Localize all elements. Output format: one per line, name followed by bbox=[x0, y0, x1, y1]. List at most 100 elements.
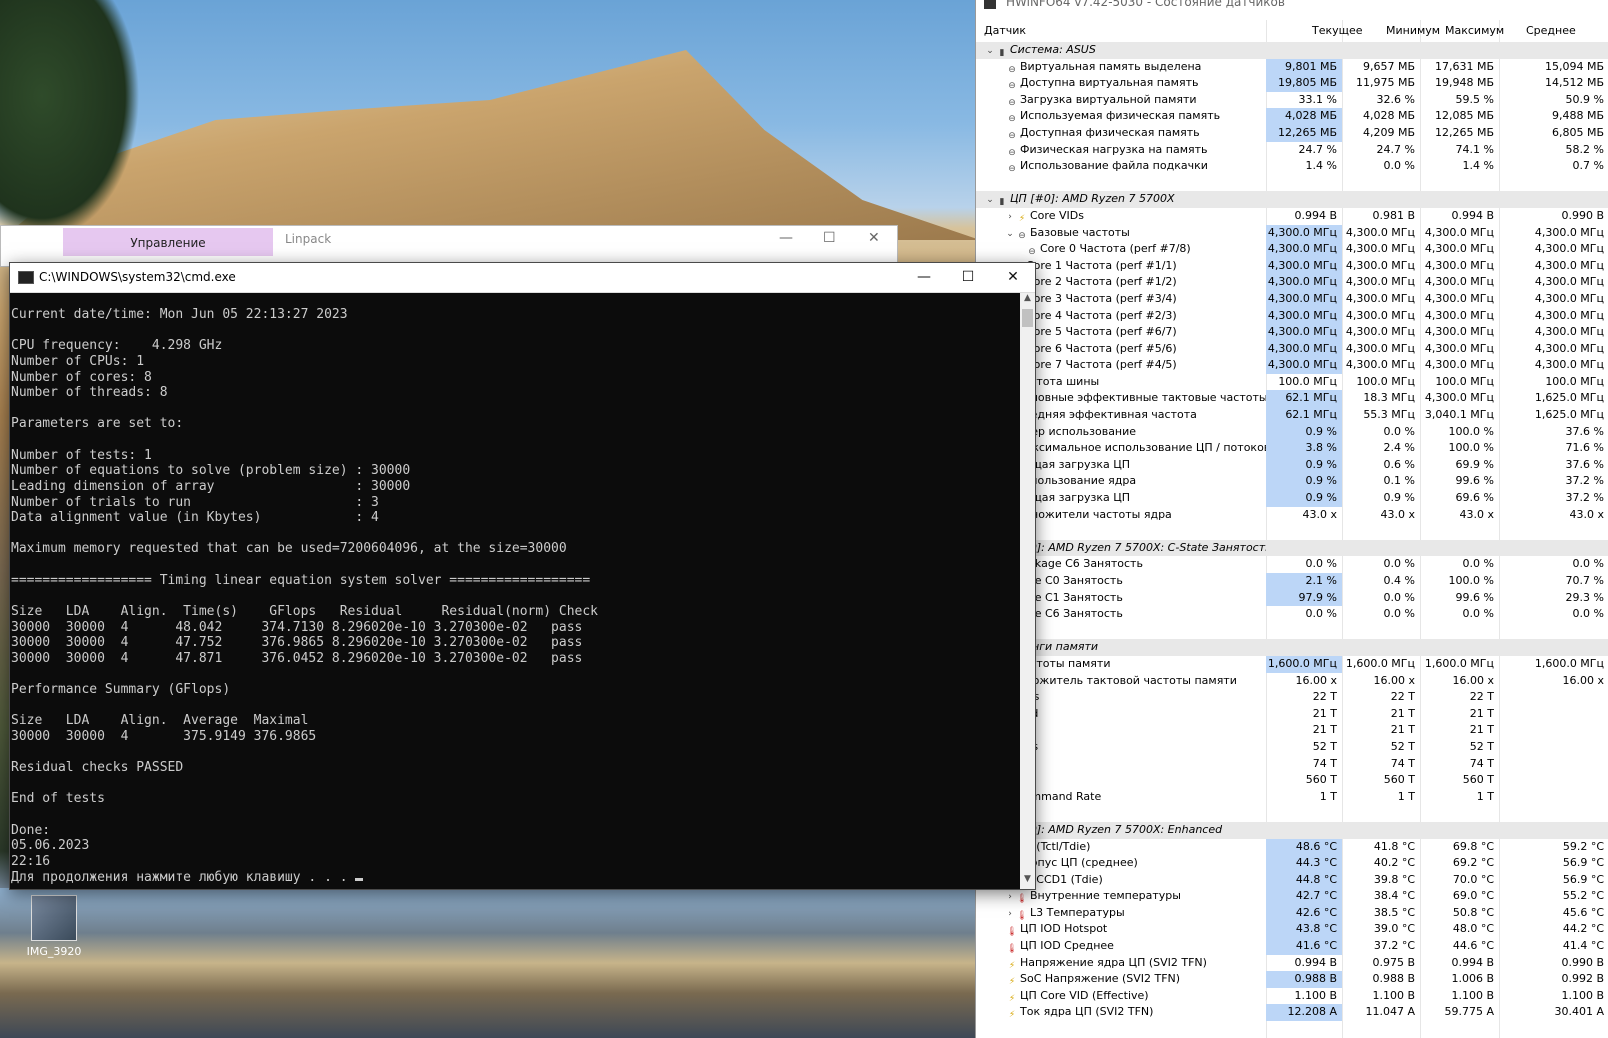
sensor-group-row[interactable]: ⌄ ▮ ЦП [#0]: AMD Ryzen 7 5700X bbox=[976, 191, 1608, 208]
sensor-table-body[interactable]: ⌄ ▮ Система: ASUS ⊖ Виртуальная память выдел… bbox=[976, 42, 1608, 1022]
close-button[interactable]: ✕ bbox=[991, 263, 1035, 292]
value-max: 1.006 В bbox=[1451, 972, 1494, 986]
sensor-row[interactable]: ⊖ Виртуальная память выделена 9,801 МБ 9,65… bbox=[976, 58, 1608, 76]
close-button[interactable]: ✕ bbox=[868, 230, 880, 246]
minimize-button[interactable]: — bbox=[902, 263, 946, 292]
sensor-row[interactable]: ЦП (Tctl/Tdie) 48.6 °C 41.8 °C 69.8 °C 59.2 … bbox=[976, 838, 1608, 856]
sensor-row[interactable]: › 🌡 L3 Температуры 42.6 °C 38.5 °C 50.8 °C 45.… bbox=[976, 904, 1608, 923]
value-min: 0.1 % bbox=[1383, 474, 1415, 488]
sensor-row[interactable]: 🌡 ЦП IOD Hotspot 43.8 °C 39.0 °C 48.0 °C 44.2… bbox=[976, 921, 1608, 939]
sensor-row[interactable]: ⚡ ЦП Core VID (Effective) 1.100 В 1.100 В 1.… bbox=[976, 988, 1608, 1005]
chevron-right-icon[interactable]: › bbox=[1004, 209, 1016, 226]
column-header-average[interactable]: Среднее bbox=[1526, 24, 1576, 37]
sensor-row[interactable]: Package C6 Занятость 0.0 % 0.0 % 0.0 % 0.0 % bbox=[976, 556, 1608, 573]
maximize-button[interactable]: ☐ bbox=[823, 230, 836, 246]
sensor-row[interactable]: Частота шины 100.0 МГц 100.0 МГц 100.0 МГц 1… bbox=[976, 374, 1608, 391]
sensor-row[interactable]: ⚡ Ток ядра ЦП (SVI2 TFN) 12.208 A 11.047 A 5… bbox=[976, 1004, 1608, 1022]
sensor-row[interactable]: Core 5 Частота (perf #6/7) 4,300.0 МГц 4,3… bbox=[976, 324, 1608, 341]
sensor-row[interactable]: ⊖ Core 0 Частота (perf #7/8) 4,300.0 МГц 4,… bbox=[976, 241, 1608, 258]
sensor-row[interactable]: Частоты памяти 1,600.0 МГц 1,600.0 МГц 1,60… bbox=[976, 655, 1608, 673]
chevron-down-icon[interactable]: ⌄ bbox=[1004, 226, 1016, 243]
column-header-minimum[interactable]: Минимум bbox=[1386, 24, 1440, 37]
minimize-button[interactable]: — bbox=[779, 230, 793, 246]
chevron-down-icon[interactable]: ⌄ bbox=[984, 192, 996, 209]
value-avg: 44.2 °C bbox=[1562, 922, 1604, 936]
sensor-row[interactable]: Tcas22 T22 T22 T bbox=[976, 689, 1608, 706]
sensor-row[interactable]: Trcd21 T21 T21 T bbox=[976, 706, 1608, 723]
sensor-row[interactable]: Core C1 Занятость 97.9 % 0.0 % 99.6 % 29.3 % bbox=[976, 589, 1608, 607]
scroll-thumb[interactable] bbox=[1022, 309, 1033, 327]
console-line: 05.06.2023 bbox=[11, 838, 90, 854]
sensor-row[interactable]: ⊖ Доступная физическая память 12,265 МБ 4,2… bbox=[976, 124, 1608, 142]
sensor-row[interactable]: ⚡ SoC Напряжение (SVI2 TFN) 0.988 В 0.988 В… bbox=[976, 971, 1608, 988]
sensor-row[interactable]: ⚡ Напряжение ядра ЦП (SVI2 TFN) 0.994 В 0.9… bbox=[976, 955, 1608, 972]
sensor-row[interactable]: Множитель тактовой частоты памяти 16.00 x… bbox=[976, 673, 1608, 690]
sensor-row[interactable]: Core C6 Занятость 0.0 % 0.0 % 0.0 % 0.0 % bbox=[976, 606, 1608, 623]
sensor-group-row[interactable]: ЦП [#0]: AMD Ryzen 7 5700X: C-State Заня… bbox=[976, 539, 1608, 557]
sensor-row[interactable]: Tras52 T52 T52 T bbox=[976, 739, 1608, 756]
console-scrollbar[interactable]: ▲ ▼ bbox=[1020, 293, 1035, 889]
bolt-icon: ⚡ bbox=[1008, 960, 1016, 971]
sensor-row[interactable]: Core 2 Частота (perf #1/2) 4,300.0 МГц 4,3… bbox=[976, 274, 1608, 291]
value-max: 43.0 x bbox=[1459, 507, 1495, 521]
sensor-row[interactable]: Корпус ЦП (среднее) 44.3 °C 40.2 °C 69.2 °C… bbox=[976, 855, 1608, 872]
linpack-window[interactable]: Управление Linpack — ☐ ✕ bbox=[0, 225, 898, 267]
sensor-row[interactable]: 🌡 ЦП IOD Среднее 41.6 °C 37.2 °C 44.6 °C 41.4… bbox=[976, 938, 1608, 955]
sensor-group-row[interactable]: ЦП [#0]: AMD Ryzen 7 5700X: Enhanced bbox=[976, 821, 1608, 839]
sensor-group-row[interactable]: ⌄ ▮ Система: ASUS bbox=[976, 42, 1608, 59]
sensor-row[interactable]: Core C0 Занятость 2.1 % 0.4 % 100.0 % 70.7 % bbox=[976, 573, 1608, 590]
spacer-row bbox=[976, 623, 1608, 640]
chevron-right-icon[interactable]: › bbox=[1004, 889, 1016, 906]
sensor-row[interactable]: Основные эффективные тактовые частоты 62.… bbox=[976, 390, 1608, 408]
sensor-row[interactable]: ⊖ Загрузка виртуальной памяти 33.1 % 32.6 %… bbox=[976, 92, 1608, 109]
sensor-row[interactable]: ⊖ Используемая физическая память 4,028 МБ 4… bbox=[976, 108, 1608, 125]
sensor-row[interactable]: › 🌡 Внутренние температуры 42.7 °C 38.4 °C 69… bbox=[976, 888, 1608, 905]
console-output[interactable]: Current date/time: Mon Jun 05 22:13:27 2… bbox=[10, 293, 1020, 889]
sensor-row[interactable]: Trp21 T21 T21 T bbox=[976, 722, 1608, 739]
sensor-row[interactable]: Общая загрузка ЦП 0.9 % 0.9 % 69.6 % 37.2 % bbox=[976, 490, 1608, 507]
sensor-group-row[interactable]: Тайминги памяти bbox=[976, 639, 1608, 656]
sensor-row[interactable]: › ⚡ Core VIDs 0.994 В 0.981 В 0.994 В 0.990 В bbox=[976, 208, 1608, 225]
sensor-row[interactable]: Ядер использование 0.9 % 0.0 % 100.0 % 37.6 … bbox=[976, 423, 1608, 441]
sensor-row[interactable]: ⊖ Физическая нагрузка на память 24.7 % 24.7… bbox=[976, 142, 1608, 159]
value-avg: 0.992 В bbox=[1561, 972, 1604, 986]
sensor-row[interactable]: Command Rate 1 T1 T1 T bbox=[976, 789, 1608, 806]
sensor-row[interactable]: ЦП CCD1 (Tdie) 44.8 °C 39.8 °C 70.0 °C 56.9 … bbox=[976, 871, 1608, 889]
value-min: 0.0 % bbox=[1383, 607, 1415, 621]
sensor-row[interactable]: Core 7 Частота (perf #4/5) 4,300.0 МГц 4,3… bbox=[976, 357, 1608, 374]
value-current: 4,300.0 МГц bbox=[1266, 340, 1342, 358]
scroll-up-icon[interactable]: ▲ bbox=[1020, 293, 1035, 308]
sensor-row[interactable]: Core 4 Частота (perf #2/3) 4,300.0 МГц 4,3… bbox=[976, 307, 1608, 325]
sensor-row[interactable]: Общая загрузка ЦП 0.9 % 0.6 % 69.9 % 37.6 % bbox=[976, 456, 1608, 474]
value-max: 69.6 % bbox=[1455, 491, 1494, 505]
sensor-row[interactable]: Trc74 T74 T74 T bbox=[976, 756, 1608, 773]
cmd-titlebar[interactable]: C:\WINDOWS\system32\cmd.exe — ☐ ✕ bbox=[10, 263, 1035, 293]
chevron-right-icon[interactable]: › bbox=[1004, 906, 1016, 923]
sensor-row[interactable]: Core 1 Частота (perf #1/1) 4,300.0 МГц 4,3… bbox=[976, 257, 1608, 275]
scroll-down-icon[interactable]: ▼ bbox=[1020, 874, 1035, 889]
sensor-row[interactable]: ⌄ ⊖ Базовые частоты 4,300.0 МГц 4,300.0 МГц 4… bbox=[976, 224, 1608, 243]
column-header-maximum[interactable]: Максимум bbox=[1445, 24, 1504, 37]
sensor-row[interactable]: Trfc560 T560 T560 T bbox=[976, 772, 1608, 789]
tab-control[interactable]: Управление bbox=[63, 228, 273, 256]
sensor-row[interactable]: ⊖ Доступна виртуальная память 19,805 МБ 11,… bbox=[976, 75, 1608, 92]
hwinfo-titlebar[interactable]: HWiNFO64 v7.42-5030 - Состояние датчиков bbox=[976, 0, 1608, 12]
hwinfo-window[interactable]: HWiNFO64 v7.42-5030 - Состояние датчиков… bbox=[975, 0, 1608, 1038]
value-avg: 30.401 A bbox=[1554, 1005, 1604, 1019]
cmd-window[interactable]: C:\WINDOWS\system32\cmd.exe — ☐ ✕ Curren… bbox=[9, 262, 1036, 890]
column-header-sensor[interactable]: Датчик bbox=[984, 24, 1026, 37]
sensor-row[interactable]: Core 3 Частота (perf #3/4) 4,300.0 МГц 4,3… bbox=[976, 290, 1608, 308]
value-current: 3.8 % bbox=[1266, 440, 1342, 457]
column-header-current[interactable]: Текущее bbox=[1312, 24, 1363, 37]
value-min: 21 T bbox=[1390, 723, 1415, 737]
chevron-down-icon[interactable]: ⌄ bbox=[984, 43, 996, 60]
sensor-row[interactable]: Средняя эффективная частота 62.1 МГц 55.3 … bbox=[976, 407, 1608, 424]
maximize-button[interactable]: ☐ bbox=[946, 263, 990, 292]
desktop-icon-img3920[interactable]: IMG_3920 bbox=[24, 895, 84, 958]
sensor-row[interactable]: ⊖ Использование файла подкачки 1.4 % 0.0 % 1… bbox=[976, 158, 1608, 175]
sensor-row[interactable]: Использование ядра 0.9 % 0.1 % 99.6 % 37.2 % bbox=[976, 473, 1608, 491]
value-avg: 50.9 % bbox=[1565, 92, 1604, 106]
sensor-row[interactable]: Максимальное использование ЦП / потоков 3… bbox=[976, 440, 1608, 457]
sensor-row[interactable]: Умножители частоты ядра 43.0 x 43.0 x 43.0 … bbox=[976, 507, 1608, 524]
sensor-row[interactable]: Core 6 Частота (perf #5/6) 4,300.0 МГц 4,3… bbox=[976, 340, 1608, 358]
